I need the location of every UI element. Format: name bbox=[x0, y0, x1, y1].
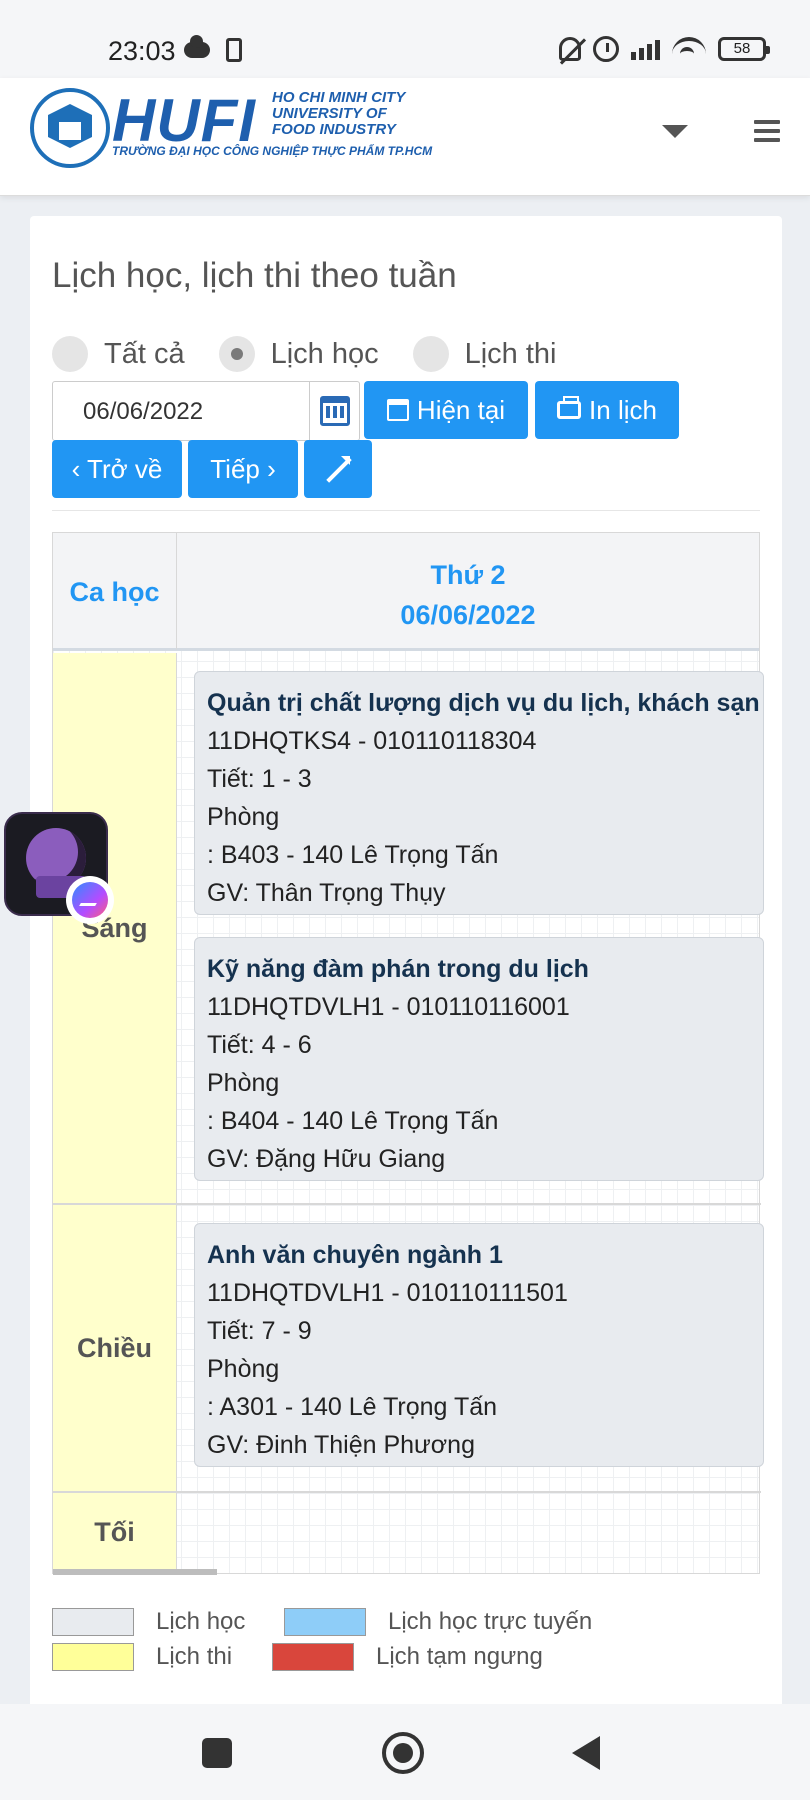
row-divider bbox=[177, 1491, 761, 1493]
muted-bell-icon bbox=[559, 37, 581, 61]
course-room: : A301 - 140 Lê Trọng Tấn bbox=[207, 1393, 498, 1421]
sim-icon bbox=[226, 38, 242, 62]
radio-all-label: Tất cả bbox=[104, 337, 185, 370]
divider bbox=[52, 510, 760, 511]
legend-item: Lịch học trực tuyến bbox=[284, 1608, 592, 1636]
legend-label: Lịch tạm ngưng bbox=[376, 1643, 543, 1670]
course-code: 11DHQTDVLH1 - 010110111501 bbox=[207, 1279, 568, 1307]
hamburger-menu-icon[interactable] bbox=[754, 120, 780, 142]
course-room-label: Phòng bbox=[207, 1069, 280, 1097]
course-code: 11DHQTDVLH1 - 010110116001 bbox=[207, 993, 570, 1021]
alarm-icon bbox=[593, 36, 619, 62]
next-label: Tiếp › bbox=[210, 453, 276, 484]
calendar-icon bbox=[386, 399, 409, 421]
legend-swatch-online bbox=[284, 1608, 366, 1636]
legend-label: Lịch thi bbox=[156, 1643, 233, 1670]
course-teacher: GV: Thân Trọng Thụy bbox=[207, 879, 446, 907]
course-name: Quản trị chất lượng dịch vụ du lịch, khá… bbox=[207, 689, 760, 717]
legend-swatch-study bbox=[52, 1608, 134, 1636]
system-navigation-bar bbox=[0, 1704, 810, 1800]
course-periods: Tiết: 1 - 3 bbox=[207, 765, 312, 793]
course-teacher: GV: Đinh Thiện Phương bbox=[207, 1431, 475, 1459]
course-card[interactable]: Quản trị chất lượng dịch vụ du lịch, khá… bbox=[194, 671, 764, 915]
session-afternoon-label: Chiều bbox=[76, 1332, 152, 1363]
radio-study-label: Lịch học bbox=[270, 337, 379, 370]
course-periods: Tiết: 7 - 9 bbox=[207, 1317, 312, 1345]
site-header: HUFI HO CHI MINH CITY UNIVERSITY OF FOOD… bbox=[0, 78, 810, 196]
radio-exam-dot[interactable] bbox=[412, 336, 449, 372]
session-morning: Sáng bbox=[53, 653, 177, 1205]
session-afternoon: Chiều bbox=[53, 1205, 177, 1493]
home-icon[interactable] bbox=[382, 1732, 424, 1774]
filter-radio-group: Tất cả Lịch học Lịch thi bbox=[52, 336, 591, 372]
legend-swatch-exam bbox=[52, 1643, 134, 1671]
wifi-icon bbox=[672, 37, 706, 61]
course-room: : B403 - 140 Lê Trọng Tấn bbox=[207, 841, 499, 869]
weekly-schedule-table: Ca học Thứ 2 06/06/2022 Sáng Chiều Tối Q… bbox=[52, 532, 764, 1575]
previous-label: ‹ Trở về bbox=[71, 453, 163, 484]
messenger-icon[interactable] bbox=[66, 876, 114, 924]
radio-exam[interactable]: Lịch thi bbox=[412, 336, 557, 372]
signal-icon bbox=[631, 38, 660, 60]
logo-en-line1: HO CHI MINH CITY bbox=[272, 89, 406, 106]
fullscreen-button[interactable] bbox=[304, 440, 372, 498]
calendar-icon bbox=[320, 396, 350, 426]
current-week-label: Hiện tại bbox=[416, 394, 506, 425]
previous-week-button[interactable]: ‹ Trở về bbox=[52, 440, 182, 498]
date-input[interactable]: 06/06/2022 bbox=[52, 381, 310, 441]
status-bar: 23:03 58 bbox=[0, 0, 810, 78]
course-card[interactable]: Anh văn chuyên ngành 1 11DHQTDVLH1 - 010… bbox=[194, 1223, 764, 1467]
radio-exam-label: Lịch thi bbox=[464, 337, 557, 370]
dropdown-caret-icon[interactable] bbox=[662, 125, 688, 138]
course-card[interactable]: Kỹ năng đàm phán trong du lịch 11DHQTDVL… bbox=[194, 937, 764, 1181]
header-day-column: Thứ 2 06/06/2022 bbox=[177, 533, 759, 651]
course-name: Anh văn chuyên ngành 1 bbox=[207, 1241, 503, 1269]
university-seal-logo[interactable] bbox=[30, 88, 110, 168]
logo-en-line2: UNIVERSITY OF bbox=[272, 105, 387, 122]
course-periods: Tiết: 4 - 6 bbox=[207, 1031, 312, 1059]
course-code: 11DHQTKS4 - 010110118304 bbox=[207, 727, 537, 755]
recent-apps-icon[interactable] bbox=[202, 1738, 232, 1768]
status-time: 23:03 bbox=[108, 36, 176, 66]
horizontal-scrollbar[interactable] bbox=[53, 1569, 217, 1575]
expand-icon bbox=[325, 456, 351, 482]
legend-label: Lịch học trực tuyến bbox=[388, 1608, 593, 1635]
radio-all[interactable]: Tất cả bbox=[52, 336, 185, 372]
print-icon bbox=[557, 396, 582, 419]
row-divider bbox=[177, 1203, 761, 1205]
course-room-label: Phòng bbox=[207, 1355, 280, 1383]
calendar-picker-button[interactable] bbox=[310, 381, 360, 441]
course-name: Kỹ năng đàm phán trong du lịch bbox=[207, 955, 589, 983]
battery-icon: 58 bbox=[718, 37, 770, 61]
legend-label: Lịch học bbox=[156, 1608, 246, 1635]
logo-vietnamese-name: TRƯỜNG ĐẠI HỌC CÔNG NGHIỆP THỰC PHẨM TP.… bbox=[112, 144, 433, 158]
session-evening-label: Tối bbox=[94, 1516, 135, 1547]
legend-item: Lịch tạm ngưng bbox=[272, 1643, 543, 1671]
legend-swatch-suspended bbox=[272, 1643, 354, 1671]
course-teacher: GV: Đặng Hữu Giang bbox=[207, 1145, 446, 1173]
legend-item: Lịch thi bbox=[52, 1643, 232, 1671]
session-evening: Tối bbox=[53, 1493, 177, 1571]
schedule-card: Lịch học, lịch thi theo tuần Tất cả Lịch… bbox=[30, 216, 782, 1716]
header-session-column: Ca học bbox=[53, 533, 177, 651]
logo-english-name: HO CHI MINH CITY UNIVERSITY OF FOOD INDU… bbox=[272, 90, 405, 138]
page-title: Lịch học, lịch thi theo tuần bbox=[52, 256, 457, 295]
legend-item: Lịch học bbox=[52, 1608, 245, 1636]
day-date: 06/06/2022 bbox=[400, 600, 536, 630]
print-label: In lịch bbox=[589, 394, 657, 425]
course-room: : B404 - 140 Lê Trọng Tấn bbox=[207, 1107, 499, 1135]
back-icon[interactable] bbox=[572, 1736, 600, 1770]
day-name: Thứ 2 bbox=[430, 560, 506, 590]
logo-en-line3: FOOD INDUSTRY bbox=[272, 121, 396, 138]
next-week-button[interactable]: Tiếp › bbox=[188, 440, 298, 498]
radio-all-dot[interactable] bbox=[52, 336, 88, 372]
print-schedule-button[interactable]: In lịch bbox=[535, 381, 679, 439]
current-week-button-visible[interactable]: Hiện tại bbox=[364, 381, 528, 439]
radio-study-dot[interactable] bbox=[218, 336, 255, 372]
radio-study[interactable]: Lịch học bbox=[218, 336, 379, 372]
course-room-label: Phòng bbox=[207, 803, 280, 831]
cloud-icon bbox=[184, 35, 210, 58]
